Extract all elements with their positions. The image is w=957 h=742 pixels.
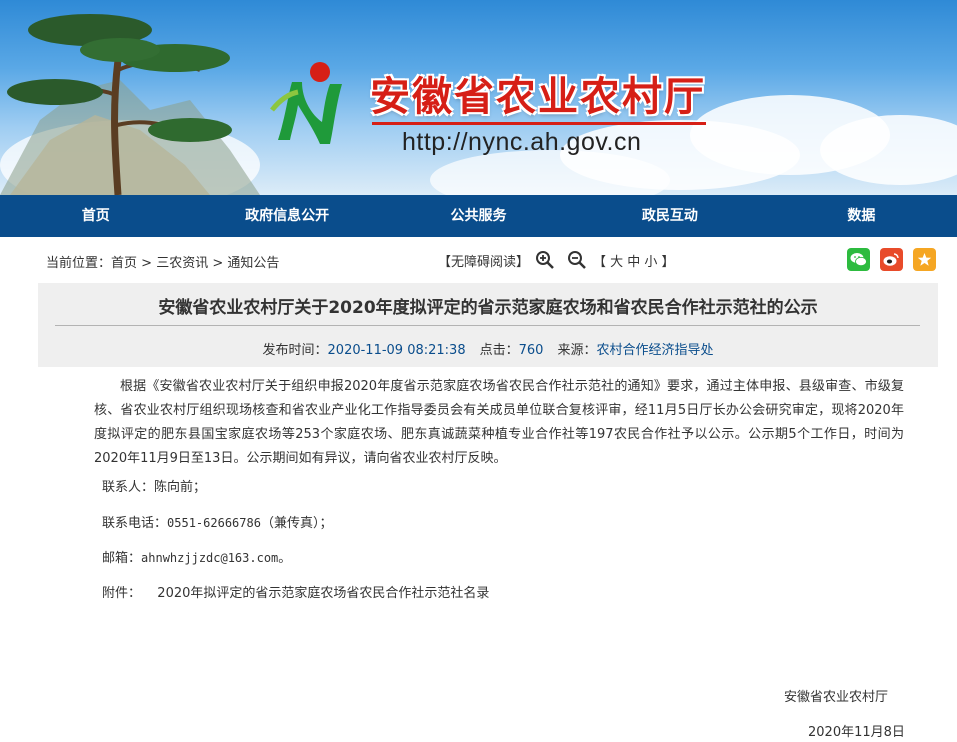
click-count: 760 (518, 343, 544, 358)
email-suffix: 。 (278, 551, 292, 566)
nav-item-data[interactable]: 数据 (766, 195, 957, 237)
phone-number: 0551-62666786 (167, 516, 261, 530)
article-header: 安徽省农业农村厅关于2020年度拟评定的省示范家庭农场和省农民合作社示范社的公示… (38, 283, 938, 367)
breadcrumb-prefix: 当前位置： (46, 256, 112, 271)
phone-line: 联系电话：0551-62666786（兼传真）； (102, 512, 332, 531)
signature: 安徽省农业农村厅 (784, 690, 889, 705)
contact-name: 陈向前； (154, 480, 207, 495)
wechat-share-button[interactable] (847, 248, 870, 271)
reading-tools: 【无障碍阅读】 【 大 中 小 】 (438, 250, 675, 270)
site-banner: 安徽省农业农村厅 http://nync.ah.gov.cn (0, 0, 957, 195)
location-bar: 当前位置：首页 > 三农资讯 > 通知公告 【无障碍阅读】 【 大 中 小 】 (0, 237, 957, 283)
email-address[interactable]: ahnwhzjjzdc@163.com (141, 551, 278, 565)
zoom-out-icon[interactable] (567, 250, 587, 270)
source-link[interactable]: 农村合作经济指导处 (596, 343, 713, 358)
favorite-star-icon (917, 253, 932, 266)
title-underline (372, 122, 706, 125)
contact-line: 联系人：陈向前； (102, 476, 206, 495)
signature-date: 2020年11月8日 (808, 725, 905, 740)
publish-time: 2020-11-09 08:21:38 (327, 343, 466, 358)
phone-suffix: （兼传真）； (260, 516, 333, 531)
article-body: 根据《安徽省农业农村厅关于组织申报2020年度省示范家庭农场省农民合作社示范社的… (38, 367, 938, 742)
contact-label: 联系人： (102, 480, 155, 495)
font-size-switch[interactable]: 【 大 中 小 】 (593, 251, 675, 270)
weibo-share-button[interactable] (880, 248, 903, 271)
department-logo-icon (270, 62, 342, 144)
favorite-share-button[interactable] (913, 248, 936, 271)
nav-item-gov-info[interactable]: 政府信息公开 (191, 195, 382, 237)
breadcrumb-news[interactable]: 三农资讯 (156, 256, 208, 271)
article-meta: 发布时间：2020-11-09 08:21:38 点击：760 来源：农村合作经济指… (38, 339, 938, 358)
site-title: 安徽省农业农村厅 (370, 74, 706, 120)
source-label: 来源： (557, 343, 597, 358)
nav-item-interaction[interactable]: 政民互动 (574, 195, 765, 237)
attachment-link[interactable]: 2020年拟评定的省示范家庭农场省农民合作社示范社名录 (157, 586, 489, 601)
article-paragraph: 根据《安徽省农业农村厅关于组织申报2020年度省示范家庭农场省农民合作社示范社的… (94, 379, 904, 466)
nav-item-home[interactable]: 首页 (0, 195, 191, 237)
nav-item-public-service[interactable]: 公共服务 (383, 195, 574, 237)
weibo-icon (883, 253, 899, 266)
breadcrumb-notices[interactable]: 通知公告 (227, 256, 279, 271)
zoom-in-icon[interactable] (535, 250, 555, 270)
breadcrumb: 当前位置：首页 > 三农资讯 > 通知公告 (46, 252, 279, 271)
email-line: 邮箱：ahnwhzjjzdc@163.com。 (102, 547, 291, 566)
breadcrumb-home[interactable]: 首页 (111, 256, 137, 271)
attachment-line: 附件： 2020年拟评定的省示范家庭农场省农民合作社示范社名录 (102, 582, 489, 601)
breadcrumb-separator: > (137, 256, 157, 271)
main-nav: 首页 政府信息公开 公共服务 政民互动 数据 (0, 195, 957, 237)
phone-label: 联系电话： (102, 516, 168, 531)
site-url[interactable]: http://nync.ah.gov.cn (402, 128, 641, 157)
email-label: 邮箱： (102, 551, 142, 566)
attachment-label: 附件： (102, 586, 142, 601)
publish-time-label: 发布时间： (262, 343, 328, 358)
accessible-read-link[interactable]: 【无障碍阅读】 (438, 251, 529, 270)
breadcrumb-separator: > (208, 256, 228, 271)
clicks-label: 点击： (479, 343, 519, 358)
header-divider (55, 325, 920, 326)
wechat-icon (850, 253, 867, 267)
article-title: 安徽省农业农村厅关于2020年度拟评定的省示范家庭农场和省农民合作社示范社的公示 (158, 298, 818, 318)
